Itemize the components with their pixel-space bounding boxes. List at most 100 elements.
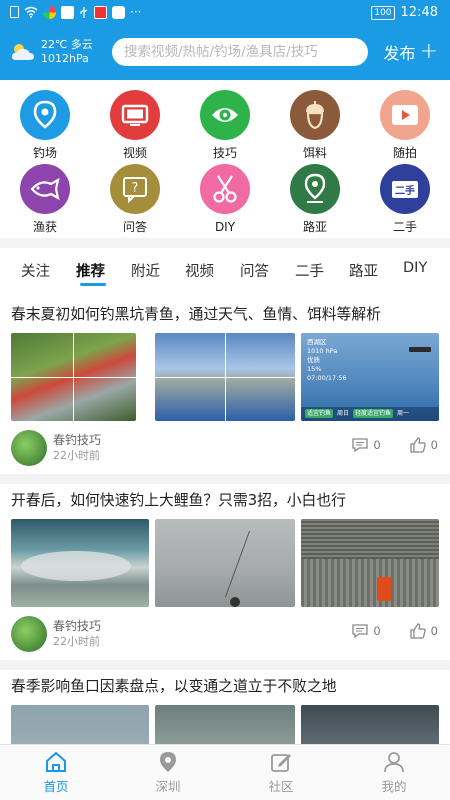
weather-widget[interactable]: 22℃ 多云 1012hPa [10,38,93,66]
post-card[interactable]: 开春后，如何快速钓上大鲤鱼？只需3招，小白也行 春钓技巧 22小时前 0 0 [0,489,450,659]
like-icon[interactable] [409,623,427,639]
post-title[interactable]: 春末夏初如何钓黑坑青鱼，通过天气、鱼情、饵料等解析 [11,303,381,324]
bottom-navigation: 首页 深圳 社区 我的 [0,744,450,800]
avatar[interactable] [11,616,47,652]
category-lure[interactable]: 路亚 [270,164,360,234]
location-icon [112,751,224,773]
category-label: 路亚 [302,220,327,234]
acorn-icon [290,90,340,140]
post-title[interactable]: 开春后，如何快速钓上大鲤鱼？只需3招，小白也行 [11,489,346,510]
comment-icon[interactable] [351,437,369,453]
nav-label: 首页 [43,779,69,794]
post-thumbnail[interactable] [301,519,439,607]
weather-screenshot-thumbnail[interactable]: 西湖区 1010 hPa 优质 15% 07:00/17:56 适宜钓鱼 周日 … [301,333,439,421]
thumb-tag-a: 适宜钓鱼 [305,409,334,418]
category-second-hand[interactable]: 二手 二手 [360,164,450,234]
post-author[interactable]: 春钓技巧 22小时前 [11,430,101,466]
thumb-day-b: 周一 [397,410,410,417]
cloud-sun-icon [11,44,34,60]
nav-label: 社区 [268,779,294,794]
tab-lure[interactable]: 路亚 [349,260,378,281]
battery-indicator: 100 [371,5,395,20]
post-thumbnail[interactable] [155,519,295,607]
active-tab-indicator [80,283,106,286]
fish-icon [20,164,70,214]
second-hand-badge: 二手 [392,180,418,198]
eye-icon [200,90,250,140]
nav-home[interactable]: 首页 [0,751,112,795]
post-title[interactable]: 春季影响鱼口因素盘点，以变通之道立于不败之地 [11,675,337,696]
thumb-boat [409,347,431,352]
sim-icon [10,6,19,18]
tab-recommended[interactable]: 推荐 [76,260,105,281]
feed-tabs: 关注 推荐 附近 视频 问答 二手 路亚 DIY [0,252,450,288]
nav-label: 我的 [381,779,407,794]
post-thumbnail[interactable] [11,333,136,421]
publish-button[interactable]: 发布 + [384,40,438,64]
play-icon [380,90,430,140]
tab-video[interactable]: 视频 [185,260,214,281]
tab-second-hand[interactable]: 二手 [295,260,324,281]
category-catch[interactable]: 渔获 [0,164,90,234]
home-icon [0,751,112,773]
comment-icon[interactable] [351,623,369,639]
nav-city[interactable]: 深圳 [112,751,224,795]
weather-temperature: 22℃ 多云 [41,38,93,51]
nav-label: 深圳 [155,779,181,794]
tab-qa[interactable]: 问答 [240,260,269,281]
post-thumbnail[interactable] [11,519,149,607]
map-pin-icon [290,164,340,214]
publish-label: 发布 [383,44,416,63]
usb-icon [80,6,88,18]
category-qa[interactable]: ? 问答 [90,164,180,234]
post-thumbnail[interactable] [301,705,439,744]
person-icon [338,751,450,773]
thumb-percent: 15% [307,365,322,373]
category-label: 视频 [122,146,147,160]
svg-text:?: ? [132,181,139,196]
author-name: 春钓技巧 [53,619,102,633]
category-label: 随拍 [392,146,417,160]
comment-count: 0 [373,438,381,452]
category-grid: 钓场 视频 技巧 饵料 随拍 渔获 ? 问答 DIY 路亚 二手 二手 [0,86,450,236]
thumb-condition: 优质 [307,356,320,364]
tab-nearby[interactable]: 附近 [131,260,160,281]
thumb-clock: 07:00/17:56 [307,374,347,382]
post-time: 22小时前 [53,449,100,462]
post-thumbnail[interactable] [11,705,149,744]
category-label: 饵料 [302,146,327,160]
category-skills[interactable]: 技巧 [180,90,270,160]
search-input[interactable]: 搜索视频/热帖/钓场/渔具店/技巧 [112,38,368,66]
category-bait[interactable]: 饵料 [270,90,360,160]
news-app-icon [112,5,125,19]
status-bar: ··· 100 12:48 [0,0,450,26]
category-label: DIY [214,220,236,234]
post-card[interactable]: 春季影响鱼口因素盘点，以变通之道立于不败之地 [0,675,450,744]
category-fishing-spot[interactable]: 钓场 [0,90,90,160]
section-divider [0,238,450,248]
like-icon[interactable] [409,437,427,453]
u-app-icon [61,5,74,19]
comment-count: 0 [373,624,381,638]
category-diy[interactable]: DIY [180,164,270,234]
post-card[interactable]: 春末夏初如何钓黑坑青鱼，通过天气、鱼情、饵料等解析 西湖区 1010 hPa 优… [0,303,450,473]
like-count: 0 [430,624,438,638]
nav-community[interactable]: 社区 [225,751,337,795]
category-video[interactable]: 视频 [90,90,180,160]
avatar[interactable] [11,430,47,466]
category-label: 技巧 [212,146,237,160]
nav-profile[interactable]: 我的 [338,751,450,795]
category-label: 渔获 [32,220,57,234]
post-author[interactable]: 春钓技巧 22小时前 [11,616,101,652]
question-chat-icon: ? [110,164,160,214]
post-thumbnail[interactable] [155,705,295,744]
post-thumbnail[interactable] [155,333,295,421]
red-app-icon [94,5,107,19]
tab-follow[interactable]: 关注 [21,260,50,281]
wifi-icon [24,6,38,18]
post-divider [0,474,450,484]
edit-icon [225,751,337,773]
category-snapshot[interactable]: 随拍 [360,90,450,160]
scissors-icon [200,164,250,214]
tab-diy[interactable]: DIY [403,260,427,276]
